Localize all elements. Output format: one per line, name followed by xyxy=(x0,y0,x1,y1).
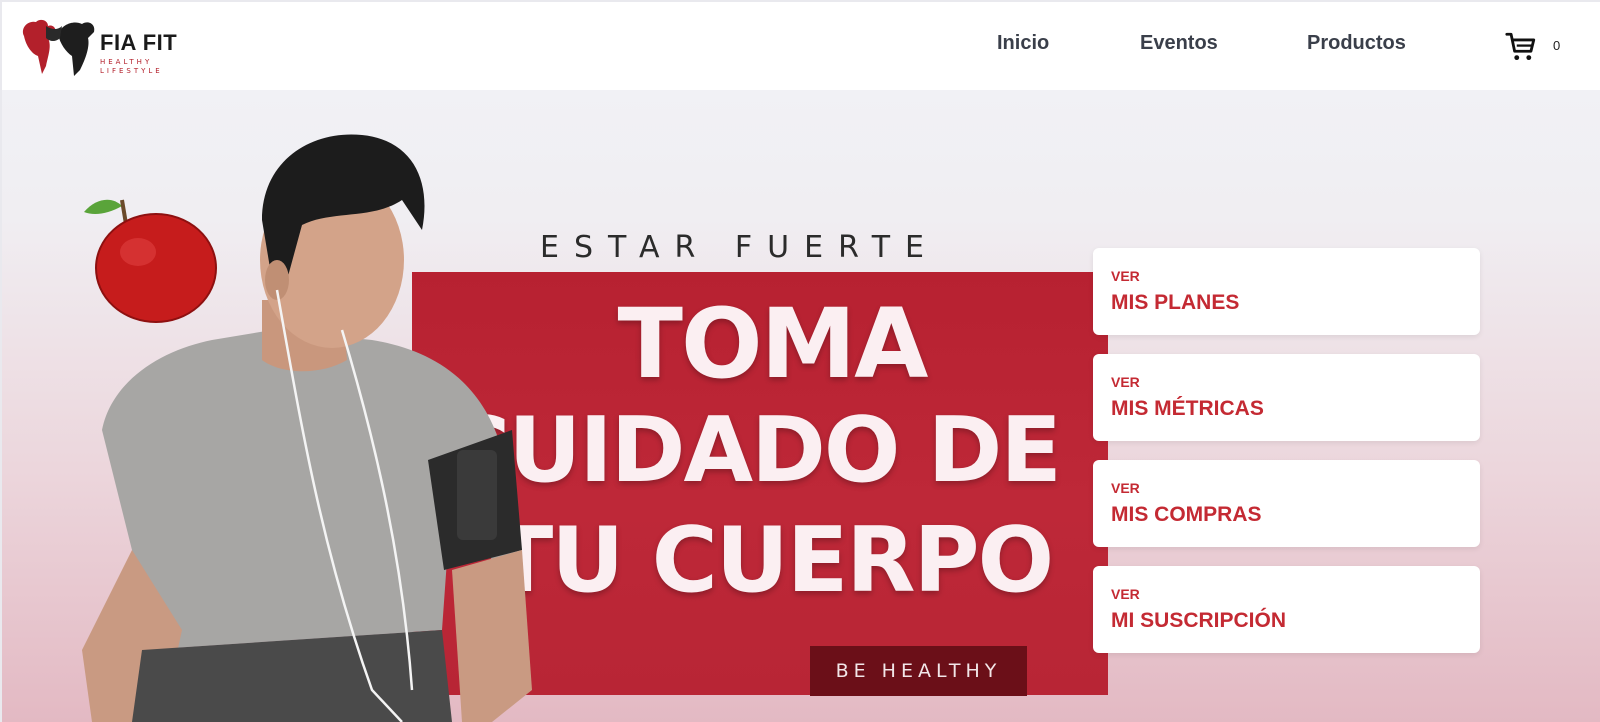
hero-banner: ESTAR FUERTE TOMA CUIDADO DE TU CUERPO B… xyxy=(0,90,1600,722)
nav-productos[interactable]: Productos xyxy=(1307,32,1406,55)
hero-headline-line1: TOMA xyxy=(617,288,929,400)
card-mis-compras[interactable]: VER MIS COMPRAS xyxy=(1093,460,1480,547)
card-mi-suscripcion[interactable]: VER MI SUSCRIPCIÓN xyxy=(1093,566,1480,653)
card-mis-planes[interactable]: VER MIS PLANES xyxy=(1093,248,1480,335)
nav-inicio[interactable]: Inicio xyxy=(997,32,1049,55)
brand-tagline-line1: HEALTHY xyxy=(100,58,153,66)
top-header: FIA FIT HEALTHY LIFESTYLE Inicio Eventos… xyxy=(0,0,1600,90)
card-prefix: VER xyxy=(1111,586,1140,602)
shopping-cart-icon[interactable] xyxy=(1504,30,1538,64)
card-prefix: VER xyxy=(1111,268,1140,284)
brand-tagline-line2: LIFESTYLE xyxy=(100,67,163,75)
nav-eventos[interactable]: Eventos xyxy=(1140,32,1218,55)
card-title: MIS COMPRAS xyxy=(1111,503,1262,526)
card-title: MI SUSCRIPCIÓN xyxy=(1111,609,1287,632)
hero-headline-line3: TU CUERPO xyxy=(491,508,1054,613)
card-mis-metricas[interactable]: VER MIS MÉTRICAS xyxy=(1093,354,1480,441)
brand-name: FIA FIT xyxy=(100,30,178,55)
card-prefix: VER xyxy=(1111,374,1140,390)
card-prefix: VER xyxy=(1111,480,1140,496)
flexing-arms-logo-icon xyxy=(22,19,95,77)
hero-kicker: ESTAR FUERTE xyxy=(540,230,940,265)
brand-logo[interactable]: FIA FIT HEALTHY LIFESTYLE xyxy=(18,16,198,80)
cart-count: 0 xyxy=(1553,38,1561,53)
card-title: MIS MÉTRICAS xyxy=(1111,397,1264,420)
apple-image xyxy=(84,199,217,323)
brand-tagline: HEALTHY LIFESTYLE xyxy=(100,58,200,76)
be-healthy-badge: BE HEALTHY xyxy=(810,646,1027,696)
card-title: MIS PLANES xyxy=(1111,291,1240,314)
